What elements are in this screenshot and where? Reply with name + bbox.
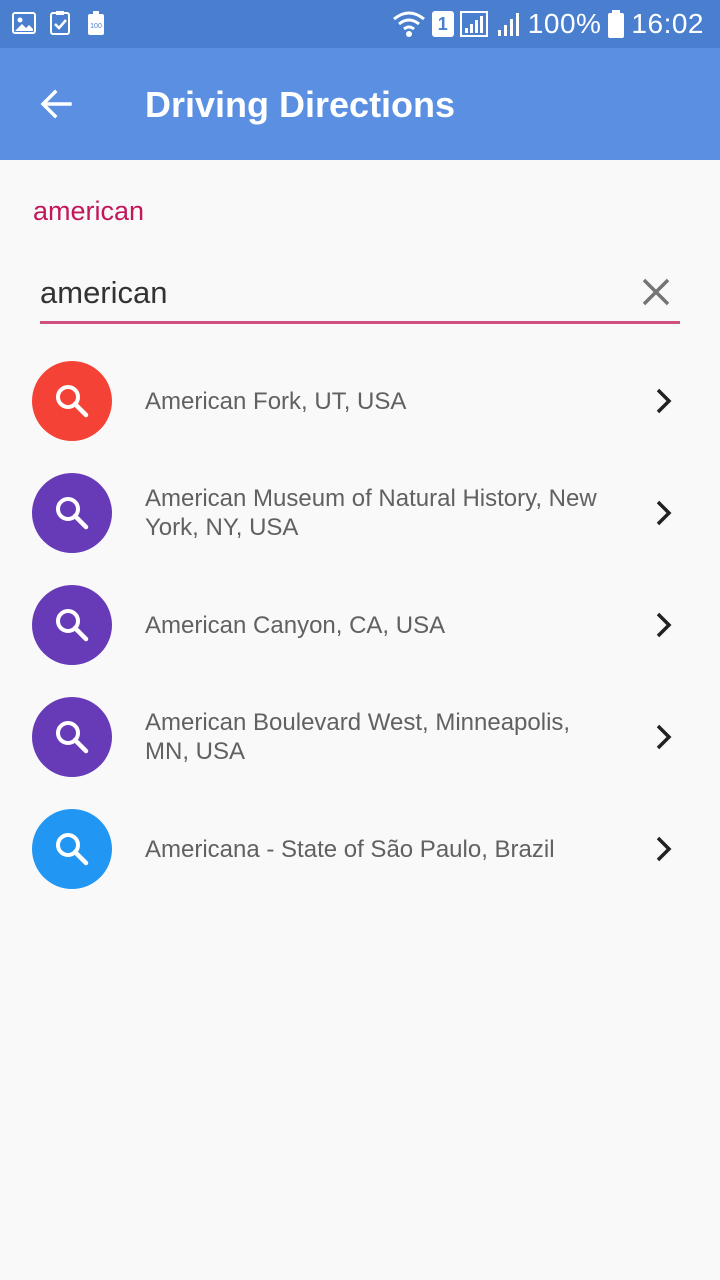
close-icon: [642, 278, 670, 306]
chevron-right-icon: [650, 385, 678, 417]
chevron-right-icon: [650, 609, 678, 641]
sim-slot-number: 1: [437, 13, 448, 34]
wifi-icon: [392, 11, 425, 37]
result-label: American Museum of Natural History, New …: [145, 457, 605, 569]
result-item[interactable]: American Canyon, CA, USA: [0, 569, 720, 681]
result-item[interactable]: American Fork, UT, USA: [0, 345, 720, 457]
search-icon: [56, 497, 89, 530]
result-item[interactable]: American Boulevard West, Minneapolis, MN…: [0, 681, 720, 793]
result-label-text: Americana - State of São Paulo, Brazil: [145, 835, 555, 863]
result-label: American Canyon, CA, USA: [145, 569, 605, 681]
result-avatar: [32, 809, 112, 889]
result-avatar: [32, 585, 112, 665]
result-label: American Boulevard West, Minneapolis, MN…: [145, 681, 605, 793]
sim-icon: 1: [431, 11, 454, 37]
back-button[interactable]: [24, 76, 88, 132]
search-icon: [56, 609, 89, 642]
signal-icon-secondary: [497, 13, 519, 36]
result-avatar: [32, 697, 112, 777]
clipboard-check-icon: [50, 11, 70, 35]
svg-text:100: 100: [90, 23, 102, 30]
result-label: American Fork, UT, USA: [145, 345, 605, 457]
result-label: Americana - State of São Paulo, Brazil: [145, 793, 605, 905]
clear-search-button[interactable]: [636, 272, 676, 312]
battery-icon: [608, 10, 625, 38]
result-item[interactable]: Americana - State of São Paulo, Brazil: [0, 793, 720, 905]
results-list: American Fork, UT, USA American Museum of…: [0, 345, 720, 905]
result-label-text: American Canyon, CA, USA: [145, 611, 446, 639]
result-label-text: American Fork, UT, USA: [145, 387, 407, 415]
search-field: [40, 264, 680, 324]
search-icon: [56, 721, 89, 754]
status-bar: 100 1 100% 16:02: [0, 0, 720, 48]
result-avatar: [32, 473, 112, 553]
chevron-right-icon: [650, 497, 678, 529]
arrow-left-icon: [40, 89, 72, 119]
chevron-right-icon: [650, 721, 678, 753]
signal-icon: [459, 11, 488, 37]
search-input[interactable]: [40, 268, 620, 318]
result-label-text: American Museum of Natural History, New …: [145, 485, 597, 541]
app-bar: Driving Directions: [0, 48, 720, 160]
notification-icons: 100: [12, 10, 108, 36]
query-label: american: [33, 196, 145, 226]
result-avatar: [32, 361, 112, 441]
search-icon: [56, 833, 89, 866]
result-item[interactable]: American Museum of Natural History, New …: [0, 457, 720, 569]
battery-percent: 100%: [527, 8, 602, 39]
clock: 16:02: [631, 8, 704, 39]
battery-saver-icon: 100: [88, 11, 104, 35]
chevron-right-icon: [650, 833, 678, 865]
system-indicators: 1 100% 16:02: [392, 6, 704, 42]
result-label-text: American Boulevard West, Minneapolis, MN…: [145, 709, 571, 765]
page-title: Driving Directions: [145, 84, 456, 125]
search-icon: [56, 385, 89, 418]
image-icon: [12, 12, 36, 34]
